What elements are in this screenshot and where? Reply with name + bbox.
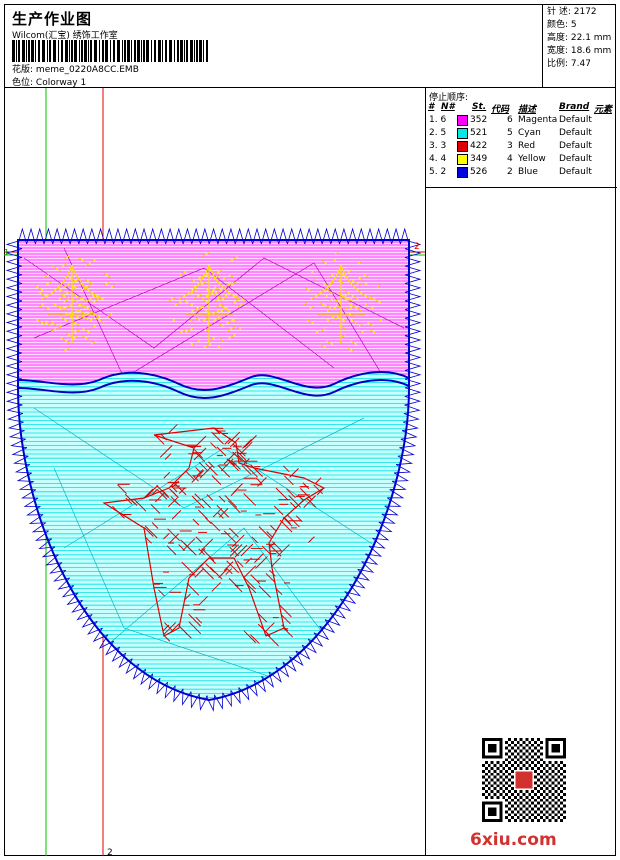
- design-file-name: meme_0220A8CC.EMB: [35, 65, 139, 75]
- table-divider: [426, 187, 617, 188]
- watermark-logo: 6xiu.com: [470, 830, 557, 850]
- design-height: 高度: 22.1 mm: [547, 33, 612, 43]
- row-brand: Default: [559, 141, 592, 151]
- row-code: 521: [470, 128, 488, 138]
- col-header-index: #: [428, 102, 435, 112]
- colorway-row: 色位: Colorway 1: [12, 75, 86, 88]
- colorway-label: 色位:: [12, 78, 34, 88]
- guide-marker-bottom: 2: [107, 848, 113, 856]
- row-number: 5: [507, 128, 513, 138]
- page-title: 生产作业图: [12, 10, 93, 28]
- magenta-fill: [18, 240, 409, 391]
- col-header-needle: N#: [441, 102, 455, 112]
- row-code: 422: [470, 141, 488, 151]
- row-desc: Red: [518, 141, 536, 151]
- col-header-brand: Brand: [559, 102, 590, 112]
- design-stats: 针 述: 2172 颜色: 5 高度: 22.1 mm 宽度: 18.6 mm …: [542, 4, 616, 88]
- table-row: 2. 5 521 5 Cyan Default: [426, 128, 617, 141]
- row-code: 526: [470, 167, 488, 177]
- table-row: 1. 6 352 6 Magenta Default: [426, 115, 617, 128]
- color-swatch: [457, 154, 468, 165]
- row-index: 5. 2: [429, 167, 447, 177]
- row-code: 352: [470, 115, 488, 125]
- row-desc: Blue: [518, 167, 538, 177]
- guide-marker-left: 1: [4, 248, 9, 257]
- design-width: 宽度: 18.6 mm: [547, 46, 612, 56]
- col-header-desc: 描述: [518, 105, 537, 115]
- cyan-fill: [18, 371, 409, 700]
- color-swatch: [457, 128, 468, 139]
- design-file-row: 花版: meme_0220A8CC.EMB: [12, 62, 139, 75]
- color-swatch: [457, 167, 468, 178]
- row-brand: Default: [559, 115, 592, 125]
- row-index: 4. 4: [429, 154, 447, 164]
- row-desc: Magenta: [518, 115, 558, 125]
- row-desc: Yellow: [518, 154, 546, 164]
- table-row: 3. 3 422 3 Red Default: [426, 141, 617, 154]
- row-code: 349: [470, 154, 488, 164]
- row-index: 2. 5: [429, 128, 447, 138]
- row-number: 4: [507, 154, 513, 164]
- row-number: 6: [507, 115, 513, 125]
- design-scale: 比例: 7.47: [547, 59, 591, 69]
- row-desc: Cyan: [518, 128, 541, 138]
- row-index: 1. 6: [429, 115, 447, 125]
- design-file-label: 花版:: [12, 65, 34, 75]
- row-brand: Default: [559, 167, 592, 177]
- barcode: [12, 40, 208, 62]
- stop-sequence-panel: 停止顺序: # N# St. 代码 描述 Brand 元素 1. 6 352 6 Ma…: [425, 88, 617, 856]
- row-brand: Default: [559, 154, 592, 164]
- color-swatch: [457, 141, 468, 152]
- colorway-name: Colorway 1: [35, 78, 87, 88]
- header: 生产作业图 Wilcom(汇宝) 绣饰工作室 花版: meme_0220A8CC…: [4, 4, 616, 88]
- stitch-count: 针 述: 2172: [547, 7, 597, 17]
- embroidery-preview: 2 2 1: [4, 88, 425, 856]
- col-header-code: 代码: [491, 105, 510, 115]
- row-brand: Default: [559, 128, 592, 138]
- row-index: 3. 3: [429, 141, 447, 151]
- row-number: 3: [507, 141, 513, 151]
- col-header-stitch: St.: [472, 102, 487, 112]
- color-count: 颜色: 5: [547, 20, 577, 30]
- qr-code: [482, 738, 566, 822]
- color-swatch: [457, 115, 468, 126]
- guide-marker-right: 2: [414, 242, 420, 252]
- row-number: 2: [507, 167, 513, 177]
- col-header-element: 元素: [594, 105, 613, 115]
- table-row: 5. 2 526 2 Blue Default: [426, 167, 617, 180]
- table-row: 4. 4 349 4 Yellow Default: [426, 154, 617, 167]
